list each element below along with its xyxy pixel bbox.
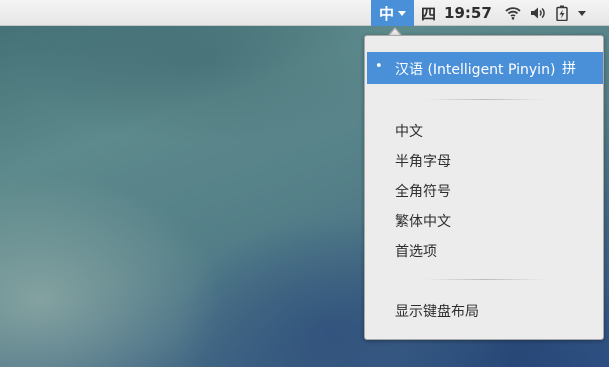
input-method-indicator[interactable]: 中 [371, 0, 414, 26]
menu-separator [425, 99, 545, 100]
input-mode-label: 拼 [562, 61, 576, 77]
clock-time: 19:57 [444, 4, 492, 22]
chevron-down-icon [398, 10, 406, 16]
battery-icon [556, 5, 568, 21]
menu-caret-icon [578, 10, 586, 16]
system-tray[interactable] [505, 0, 586, 26]
menu-separator [425, 279, 545, 280]
menu-item-active-input[interactable]: • 汉语 (Intelligent Pinyin) 拼 [367, 52, 603, 84]
menu-item-full-width-punct[interactable]: 全角符号 [395, 181, 451, 201]
input-method-label: 中 [378, 4, 394, 23]
volume-icon [530, 6, 546, 20]
menu-item-preferences[interactable]: 首选项 [395, 241, 437, 261]
clock[interactable]: 四 19:57 [421, 0, 492, 26]
clock-weekday: 四 [421, 4, 437, 23]
active-input-label: 汉语 (Intelligent Pinyin) [395, 62, 556, 78]
input-method-menu: • 汉语 (Intelligent Pinyin) 拼 中文 半角字母 全角符号… [364, 35, 604, 340]
menu-item-show-keyboard-layout[interactable]: 显示键盘布局 [395, 301, 479, 321]
menu-item-half-width[interactable]: 半角字母 [395, 151, 451, 171]
wifi-icon [505, 6, 521, 20]
top-bar: 中 四 19:57 [0, 0, 609, 26]
menu-item-traditional[interactable]: 繁体中文 [395, 211, 451, 231]
radio-bullet-icon: • [375, 59, 383, 74]
menu-item-chinese[interactable]: 中文 [395, 121, 423, 141]
